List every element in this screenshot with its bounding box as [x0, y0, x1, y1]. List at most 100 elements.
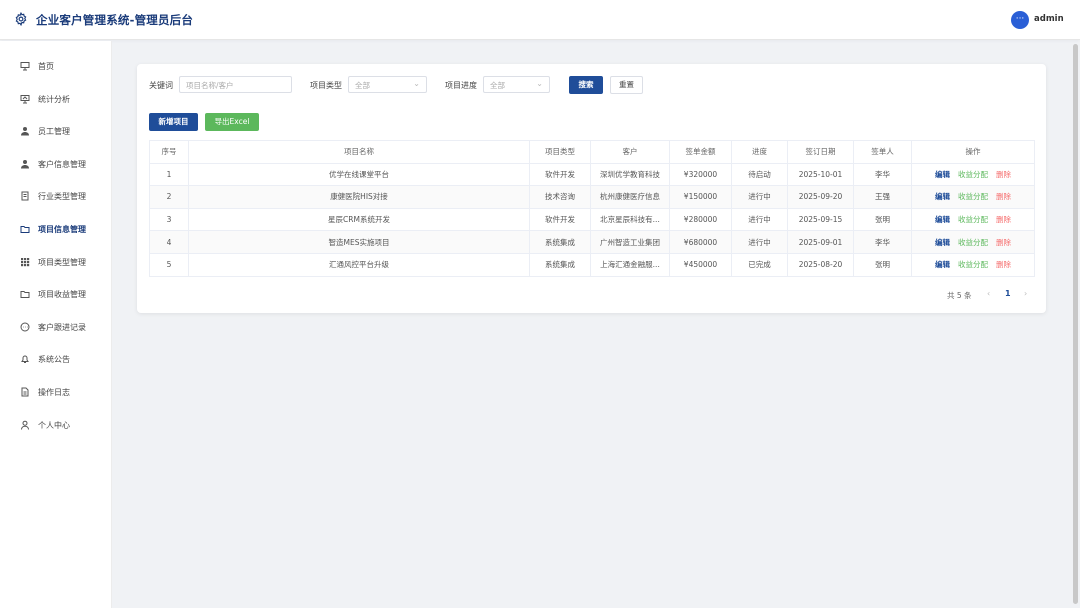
- delete-button[interactable]: 删除: [996, 237, 1011, 248]
- cell-progress: 已完成: [731, 253, 788, 277]
- delete-button[interactable]: 删除: [996, 214, 1011, 225]
- sidebar-item[interactable]: 系统公告: [0, 349, 112, 369]
- sidebar-item-label: 首页: [38, 62, 54, 71]
- keyword-input[interactable]: 项目名称/客户: [179, 76, 292, 93]
- sidebar-item[interactable]: 客户信息管理: [0, 154, 112, 174]
- avatar[interactable]: ···: [1011, 11, 1029, 29]
- revenue-share-button[interactable]: 收益分配: [958, 237, 988, 248]
- cell-no: 4: [149, 230, 189, 254]
- sidebar-item[interactable]: 行业类型管理: [0, 186, 112, 206]
- column-header: 项目类型: [529, 140, 591, 164]
- type-label: 项目类型: [310, 81, 342, 90]
- sidebar-item[interactable]: 员工管理: [0, 121, 112, 141]
- cell-type: 系统集成: [529, 253, 591, 277]
- cell-amount: ¥280000: [669, 208, 732, 232]
- sidebar-item-label: 客户跟进记录: [38, 323, 86, 332]
- cell-amount: ¥150000: [669, 185, 732, 209]
- sidebar-item[interactable]: 客户跟进记录: [0, 317, 112, 337]
- user-icon: [20, 420, 30, 430]
- sidebar-item-label: 客户信息管理: [38, 160, 86, 169]
- app-title: 企业客户管理系统-管理员后台: [36, 13, 194, 27]
- sidebar-item[interactable]: 操作日志: [0, 382, 112, 402]
- cell-name: 康健医院HIS对接: [188, 185, 530, 209]
- sidebar-item[interactable]: 项目收益管理: [0, 284, 112, 304]
- sidebar-item-label: 项目信息管理: [38, 225, 86, 234]
- revenue-share-button[interactable]: 收益分配: [958, 259, 988, 270]
- column-header: 进度: [731, 140, 788, 164]
- sidebar-item-label: 系统公告: [38, 355, 70, 364]
- edit-button[interactable]: 编辑: [935, 191, 950, 202]
- sidebar-item[interactable]: 首页: [0, 56, 112, 76]
- top-header: 企业客户管理系统-管理员后台 ··· admin: [0, 0, 1080, 40]
- cell-client: 广州智造工业集团: [590, 230, 670, 254]
- username[interactable]: admin: [1034, 14, 1064, 24]
- page-scrollbar[interactable]: [1073, 44, 1078, 604]
- cell-name: 汇通风控平台升级: [188, 253, 530, 277]
- cell-progress: 待启动: [731, 163, 788, 187]
- sidebar: 首页统计分析员工管理客户信息管理行业类型管理项目信息管理项目类型管理项目收益管理…: [0, 41, 112, 608]
- revenue-share-button[interactable]: 收益分配: [958, 191, 988, 202]
- search-button[interactable]: 搜索: [569, 76, 603, 94]
- cell-client: 深圳优学教育科技: [590, 163, 670, 187]
- chevron-right-icon[interactable]: ›: [1024, 289, 1027, 298]
- edit-button[interactable]: 编辑: [935, 237, 950, 248]
- cell-actions: 编辑 收益分配 删除: [911, 185, 1035, 209]
- cell-client: 北京星辰科技有...: [590, 208, 670, 232]
- cell-date: 2025-09-01: [787, 230, 854, 254]
- cell-date: 2025-10-01: [787, 163, 854, 187]
- sidebar-item[interactable]: 项目类型管理: [0, 252, 112, 272]
- pagination-total: 共 5 条: [947, 291, 972, 300]
- edit-button[interactable]: 编辑: [935, 169, 950, 180]
- cell-actions: 编辑 收益分配 删除: [911, 230, 1035, 254]
- progress-select[interactable]: 全部 ⌄: [483, 76, 550, 93]
- chevron-left-icon[interactable]: ‹: [987, 289, 990, 298]
- cell-no: 2: [149, 185, 189, 209]
- revenue-share-button[interactable]: 收益分配: [958, 214, 988, 225]
- delete-button[interactable]: 删除: [996, 259, 1011, 270]
- cell-type: 系统集成: [529, 230, 591, 254]
- sidebar-item-label: 项目收益管理: [38, 290, 86, 299]
- reset-button[interactable]: 重置: [610, 76, 643, 94]
- document-icon: [20, 191, 30, 201]
- edit-button[interactable]: 编辑: [935, 214, 950, 225]
- sidebar-item[interactable]: 个人中心: [0, 415, 112, 435]
- cell-name: 优学在线课堂平台: [188, 163, 530, 187]
- delete-button[interactable]: 删除: [996, 191, 1011, 202]
- cell-signer: 张明: [853, 253, 912, 277]
- cell-name: 智造MES实施项目: [188, 230, 530, 254]
- column-header: 操作: [911, 140, 1035, 164]
- cell-amount: ¥450000: [669, 253, 732, 277]
- sidebar-item[interactable]: 统计分析: [0, 89, 112, 109]
- delete-button[interactable]: 删除: [996, 169, 1011, 180]
- revenue-share-button[interactable]: 收益分配: [958, 169, 988, 180]
- cell-date: 2025-09-15: [787, 208, 854, 232]
- export-excel-button[interactable]: 导出Excel: [205, 113, 259, 131]
- pagination-page[interactable]: 1: [1005, 289, 1011, 298]
- column-header: 客户: [590, 140, 670, 164]
- column-header: 项目名称: [188, 140, 530, 164]
- cell-type: 软件开发: [529, 163, 591, 187]
- cell-signer: 李华: [853, 163, 912, 187]
- cell-no: 3: [149, 208, 189, 232]
- cell-signer: 王强: [853, 185, 912, 209]
- column-header: 签单人: [853, 140, 912, 164]
- type-select[interactable]: 全部 ⌄: [348, 76, 427, 93]
- log-icon: [20, 387, 30, 397]
- table-row[interactable]: 3 星辰CRM系统开发 软件开发 北京星辰科技有... ¥280000 进行中 2025-0…: [149, 208, 1035, 232]
- sidebar-item-label: 操作日志: [38, 388, 70, 397]
- cell-amount: ¥320000: [669, 163, 732, 187]
- cell-signer: 张明: [853, 208, 912, 232]
- project-table: 序号 项目名称 项目类型 客户 签单金额 进度 签订日期 签单人 操作 1 优学在线课堂平台 软件开…: [149, 140, 1035, 277]
- add-project-button[interactable]: 新增项目: [149, 113, 198, 131]
- cell-progress: 进行中: [731, 230, 788, 254]
- table-row[interactable]: 1 优学在线课堂平台 软件开发 深圳优学教育科技 ¥320000 待启动 2025-10-0…: [149, 163, 1035, 187]
- edit-button[interactable]: 编辑: [935, 259, 950, 270]
- cell-actions: 编辑 收益分配 删除: [911, 253, 1035, 277]
- cell-actions: 编辑 收益分配 删除: [911, 163, 1035, 187]
- table-row[interactable]: 5 汇通风控平台升级 系统集成 上海汇通金融服... ¥450000 已完成 2025-08…: [149, 253, 1035, 277]
- sidebar-item[interactable]: 项目信息管理: [0, 219, 112, 239]
- table-row[interactable]: 4 智造MES实施项目 系统集成 广州智造工业集团 ¥680000 进行中 2025-09-…: [149, 230, 1035, 254]
- keyword-label: 关键词: [149, 81, 173, 90]
- column-header: 序号: [149, 140, 189, 164]
- table-row[interactable]: 2 康健医院HIS对接 技术咨询 杭州康健医疗信息 ¥150000 进行中 2025-09-…: [149, 185, 1035, 209]
